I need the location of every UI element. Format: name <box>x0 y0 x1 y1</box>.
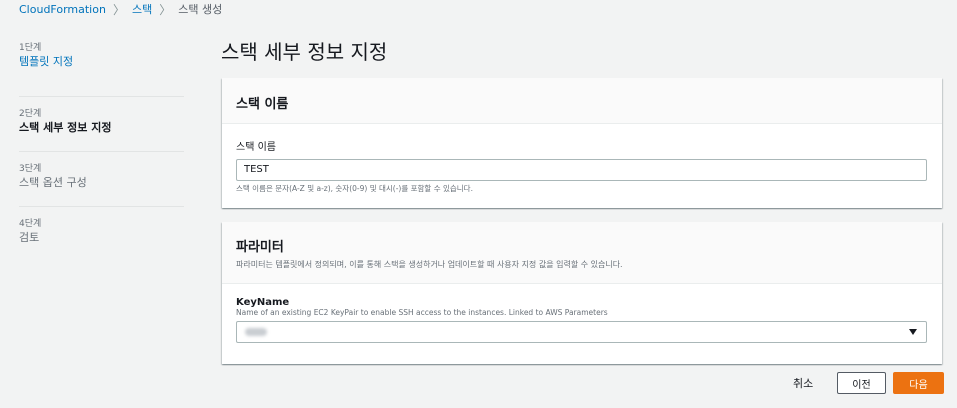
stack-name-input[interactable] <box>236 158 927 181</box>
keyname-description: Name of an existing EC2 KeyPair to enabl… <box>236 308 608 317</box>
step-label-configure-options: 스택 옵션 구성 <box>19 176 87 189</box>
page-title: 스택 세부 정보 지정 <box>221 40 388 64</box>
wizard-steps: 1단계 템플릿 지정 2단계 스택 세부 정보 지정 3단계 스택 옵션 구성 … <box>19 42 184 262</box>
panel-title: 스택 이름 <box>236 97 289 112</box>
keyname-select[interactable] <box>236 321 927 343</box>
wizard-footer: 취소 이전 다음 <box>0 372 957 394</box>
step-4: 4단계 검토 <box>19 207 184 262</box>
panel-header: 파라미터 파라미터는 템플릿에서 정의되며, 이를 통해 스택을 생성하거나 업… <box>222 222 942 284</box>
breadcrumb: CloudFormation 〉 스택 〉 스택 생성 <box>19 1 222 17</box>
panel-title: 파라미터 <box>236 240 284 255</box>
step-1: 1단계 템플릿 지정 <box>19 42 184 97</box>
caret-down-icon <box>909 329 917 335</box>
step-2: 2단계 스택 세부 정보 지정 <box>19 97 184 152</box>
next-button[interactable]: 다음 <box>893 372 944 394</box>
stack-name-help: 스택 이름은 문자(A-Z 및 a-z), 숫자(0-9) 및 대시(-)를 포… <box>236 183 473 193</box>
step-number: 2단계 <box>19 109 42 119</box>
panel-header: 스택 이름 <box>222 78 942 124</box>
keyname-label: KeyName <box>236 297 290 308</box>
breadcrumb-separator-icon: 〉 <box>159 2 172 17</box>
stack-name-label: 스택 이름 <box>236 142 276 153</box>
keyname-selected-value-redacted <box>245 328 267 336</box>
step-number: 3단계 <box>19 164 42 174</box>
panel-body: KeyName Name of an existing EC2 KeyPair … <box>222 284 942 343</box>
breadcrumb-stacks[interactable]: 스택 <box>132 1 152 17</box>
step-number: 1단계 <box>19 43 42 53</box>
panel-body: 스택 이름 스택 이름은 문자(A-Z 및 a-z), 숫자(0-9) 및 대시… <box>222 124 942 194</box>
panel-description: 파라미터는 템플릿에서 정의되며, 이를 통해 스택을 생성하거나 업데이트할 … <box>236 260 623 269</box>
step-3: 3단계 스택 옵션 구성 <box>19 152 184 207</box>
step-label-review: 검토 <box>19 231 40 244</box>
previous-button[interactable]: 이전 <box>837 372 886 394</box>
cancel-button[interactable]: 취소 <box>793 375 813 391</box>
parameters-panel: 파라미터 파라미터는 템플릿에서 정의되며, 이를 통해 스택을 생성하거나 업… <box>222 222 942 364</box>
step-number: 4단계 <box>19 219 42 229</box>
step-label-current: 스택 세부 정보 지정 <box>19 121 112 134</box>
breadcrumb-current: 스택 생성 <box>178 3 223 16</box>
breadcrumb-cloudformation[interactable]: CloudFormation <box>19 3 106 16</box>
breadcrumb-separator-icon: 〉 <box>112 2 125 17</box>
step-link-specify-template[interactable]: 템플릿 지정 <box>19 54 184 70</box>
stack-name-panel: 스택 이름 스택 이름 스택 이름은 문자(A-Z 및 a-z), 숫자(0-9… <box>222 78 942 208</box>
